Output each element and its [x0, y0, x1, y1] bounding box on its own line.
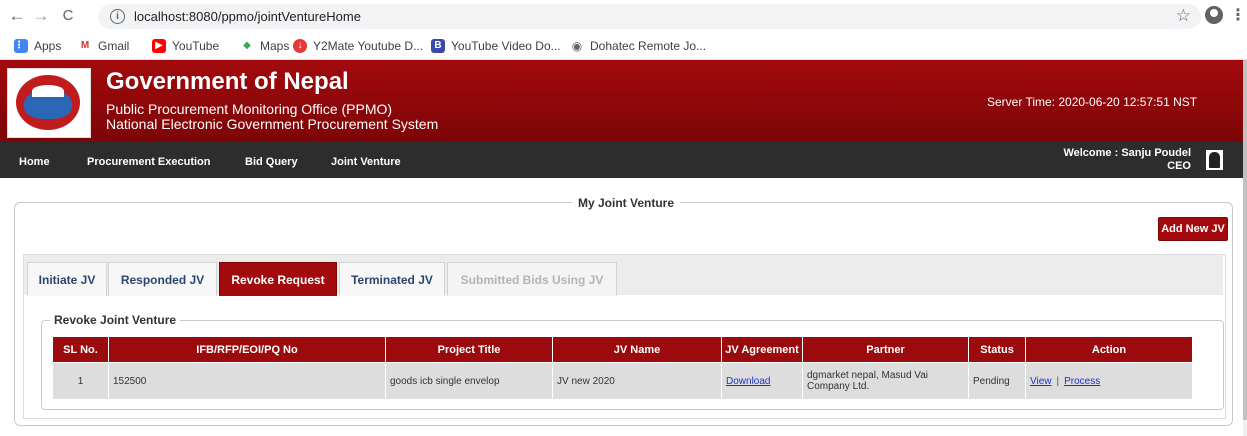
- globe-icon: ◉: [570, 39, 584, 53]
- menu-item-home[interactable]: Home: [19, 156, 50, 168]
- main-menu: Home Procurement Execution Bid Query Joi…: [0, 142, 1243, 178]
- column-header: IFB/RFP/EOI/PQ No: [108, 336, 386, 363]
- site-subtitle-line-2: National Electronic Government Procureme…: [106, 116, 439, 132]
- site-subtitle-line-1: Public Procurement Monitoring Office (PP…: [106, 101, 393, 117]
- bookmark-label: Y2Mate Youtube D...: [313, 39, 424, 53]
- reload-icon[interactable]: C: [57, 5, 79, 27]
- action-separator: |: [1056, 375, 1060, 387]
- browser-toolbar: ← → C i localhost:8080/ppmo/jointVenture…: [0, 0, 1247, 33]
- add-new-jv-button[interactable]: Add New JV: [1158, 217, 1228, 241]
- site-header: Government of Nepal Public Procurement M…: [0, 60, 1243, 142]
- welcome-user: Welcome : Sanju Poudel: [1063, 147, 1191, 159]
- user-role: CEO: [1167, 160, 1191, 172]
- column-header: JV Name: [552, 336, 722, 363]
- bookmark-label: Maps: [260, 39, 290, 53]
- column-header: JV Agreement: [721, 336, 803, 363]
- bookmark-star-icon[interactable]: ☆: [1176, 6, 1191, 26]
- tab-submitted-bids-using-jv[interactable]: Submitted Bids Using JV: [447, 262, 617, 296]
- site-title: Government of Nepal: [106, 68, 349, 95]
- panel-legend: My Joint Venture: [572, 196, 681, 210]
- address-bar[interactable]: i localhost:8080/ppmo/jointVentureHome ☆: [98, 4, 1201, 29]
- bookmark-label: Gmail: [98, 39, 130, 53]
- bookmark-label: Apps: [34, 39, 62, 53]
- column-header: Project Title: [385, 336, 553, 363]
- cell-partner: dgmarket nepal, Masud Vai Company Ltd.: [802, 362, 969, 400]
- apps-grid-icon: ⋮⋮: [14, 39, 34, 53]
- bookmark-gmail[interactable]: M Gmail: [78, 39, 129, 53]
- nepal-emblem-logo: [7, 68, 91, 138]
- bookmark-apps[interactable]: ⋮⋮ Apps: [14, 39, 61, 53]
- site-subtitle: Public Procurement Monitoring Office (PP…: [106, 102, 438, 132]
- y2mate-icon: ↓: [293, 39, 307, 53]
- tab-initiate-jv[interactable]: Initiate JV: [27, 262, 107, 296]
- bookmark-label: YouTube Video Do...: [451, 39, 561, 53]
- cell-jv-agreement: Download: [721, 362, 803, 400]
- cell-jv-name: JV new 2020: [552, 362, 722, 400]
- bookmark-youtube[interactable]: ▶ YouTube: [152, 39, 219, 53]
- page-scrollbar[interactable]: [1243, 60, 1247, 436]
- bookmark-label: Dohatec Remote Jo...: [590, 39, 707, 53]
- table-row: 1 152500 goods icb single envelop JV new…: [52, 362, 1193, 400]
- back-arrow-icon[interactable]: ←: [6, 5, 28, 27]
- cell-ifb-no: 152500: [108, 362, 386, 400]
- bookmarks-bar: ⋮⋮ Apps M Gmail ▶ YouTube ◆ Maps ↓ Y2Mat…: [0, 33, 1247, 60]
- gmail-icon: M: [78, 39, 92, 53]
- url-text[interactable]: localhost:8080/ppmo/jointVentureHome: [134, 9, 361, 24]
- column-header: Status: [968, 336, 1026, 363]
- youtube-icon: ▶: [152, 39, 166, 53]
- download-agreement-link[interactable]: Download: [726, 376, 770, 387]
- menu-item-joint-venture[interactable]: Joint Venture: [331, 156, 401, 168]
- column-header: Partner: [802, 336, 969, 363]
- section-legend: Revoke Joint Venture: [50, 313, 181, 327]
- cell-action: View | Process: [1025, 362, 1193, 400]
- site-info-icon[interactable]: i: [110, 9, 125, 24]
- column-header: SL No.: [52, 336, 109, 363]
- server-time: Server Time: 2020-06-20 12:57:51 NST: [987, 95, 1198, 109]
- table-header-row: SL No. IFB/RFP/EOI/PQ No Project Title J…: [52, 336, 1193, 363]
- menu-item-bid-query[interactable]: Bid Query: [245, 156, 298, 168]
- bookmark-youtube-video[interactable]: B YouTube Video Do...: [431, 39, 561, 53]
- view-link[interactable]: View: [1030, 376, 1052, 387]
- user-avatar-icon[interactable]: [1206, 150, 1223, 170]
- maps-icon: ◆: [240, 39, 254, 53]
- welcome-text: Welcome : Sanju Poudel CEO: [1063, 147, 1191, 173]
- tab-revoke-request[interactable]: Revoke Request: [219, 262, 337, 296]
- bookmark-dohatec[interactable]: ◉ Dohatec Remote Jo...: [570, 39, 706, 53]
- forward-arrow-icon[interactable]: →: [30, 5, 52, 27]
- cell-sl-no: 1: [52, 362, 109, 400]
- column-header: Action: [1025, 336, 1193, 363]
- revoke-jv-table: SL No. IFB/RFP/EOI/PQ No Project Title J…: [52, 336, 1193, 400]
- bookmark-y2mate[interactable]: ↓ Y2Mate Youtube D...: [293, 39, 423, 53]
- bookmark-label: YouTube: [172, 39, 220, 53]
- bookmark-maps[interactable]: ◆ Maps: [240, 39, 289, 53]
- bookmark-b-icon: B: [431, 39, 445, 53]
- profile-icon[interactable]: [1205, 6, 1223, 24]
- cell-status: Pending: [968, 362, 1026, 400]
- process-link[interactable]: Process: [1064, 376, 1100, 387]
- tab-terminated-jv[interactable]: Terminated JV: [339, 262, 445, 296]
- browser-menu-icon[interactable]: ⋮: [1230, 5, 1246, 25]
- tab-responded-jv[interactable]: Responded JV: [108, 262, 217, 296]
- cell-project-title: goods icb single envelop: [385, 362, 553, 400]
- menu-item-procurement-execution[interactable]: Procurement Execution: [87, 156, 210, 168]
